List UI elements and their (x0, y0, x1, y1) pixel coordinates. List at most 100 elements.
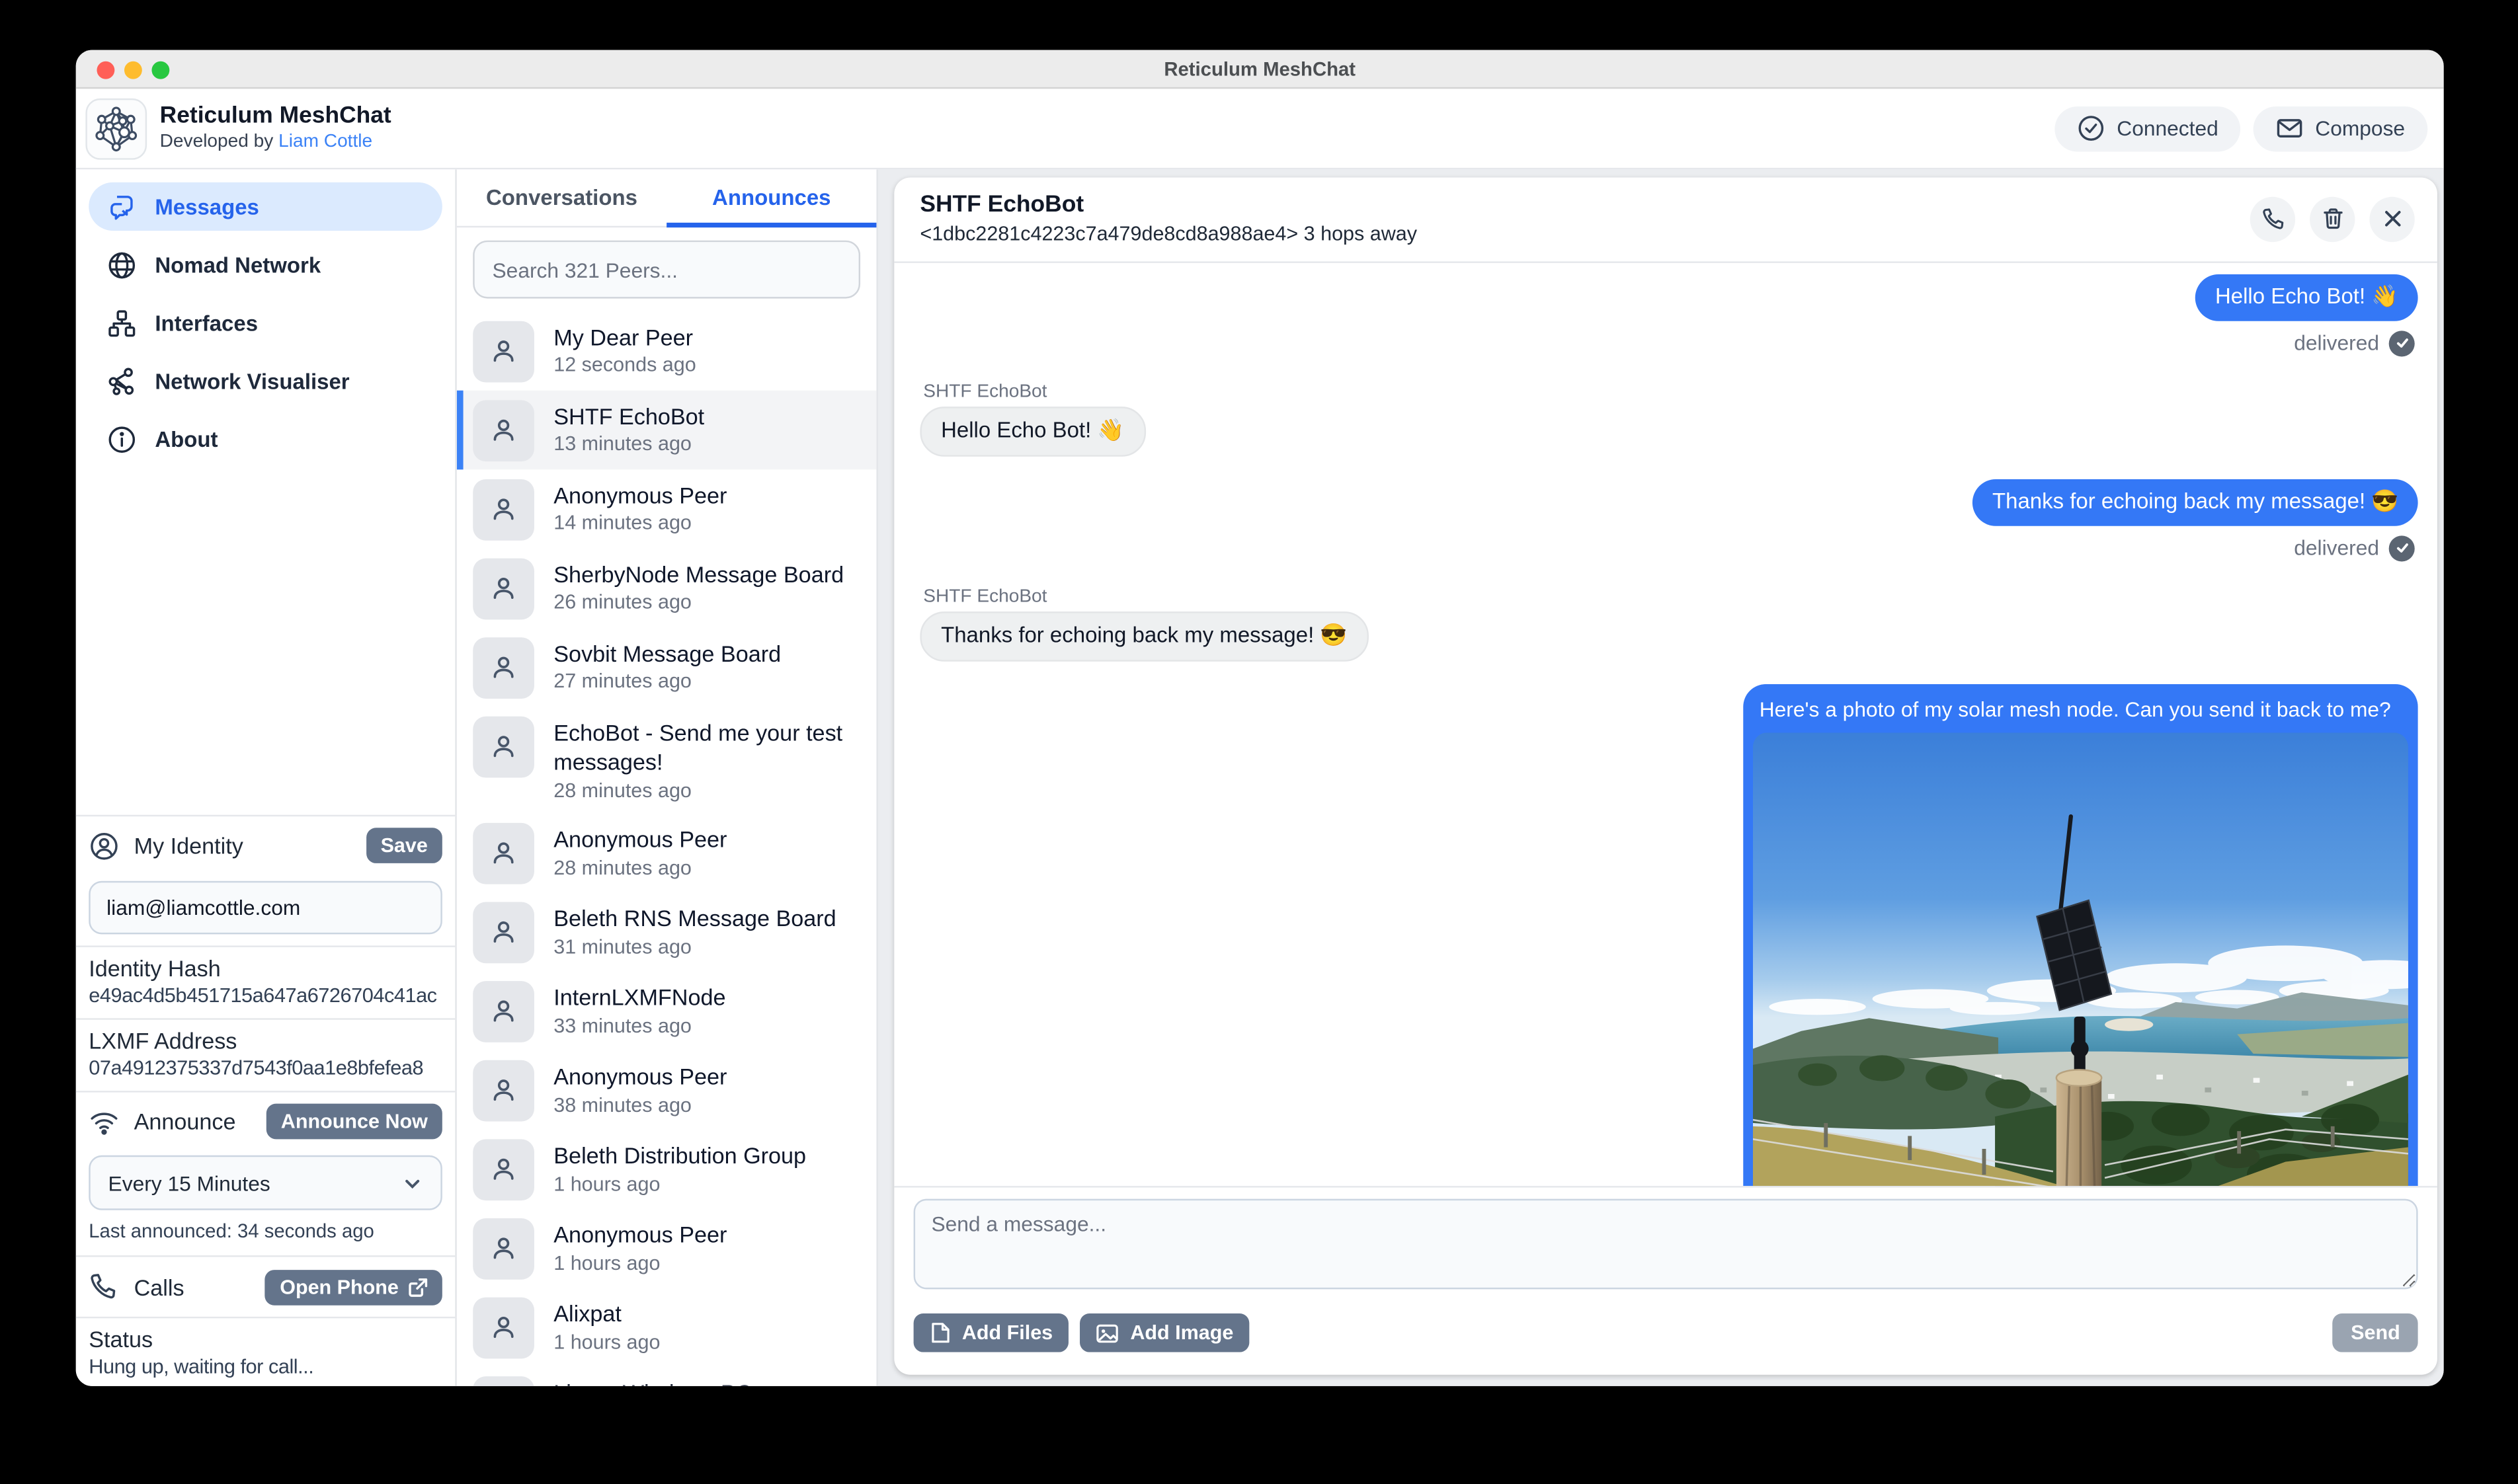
phone-icon (89, 1272, 119, 1302)
list-item[interactable]: SherbyNode Message Board 26 minutes ago (457, 549, 877, 628)
tab-conversations[interactable]: Conversations (457, 169, 667, 225)
trash-icon (2320, 207, 2345, 231)
send-button[interactable]: Send (2333, 1313, 2417, 1352)
sidebar-item-nomad-network[interactable]: Nomad Network (89, 241, 442, 289)
list-item[interactable]: Sovbit Message Board 27 minutes ago (457, 628, 877, 707)
delivered-check-icon (2389, 535, 2415, 561)
call-status-block: Status Hung up, waiting for call... (76, 1318, 456, 1386)
sidebar-item-label: About (155, 427, 218, 451)
globe-icon (106, 249, 137, 280)
list-item[interactable]: EchoBot - Send me your test messages! 28… (457, 707, 877, 814)
envelope-icon (2277, 114, 2304, 141)
list-item[interactable]: Anonymous Peer 28 minutes ago (457, 814, 877, 894)
add-image-label: Add Image (1130, 1321, 1233, 1344)
developer-link[interactable]: Liam Cottle (278, 133, 372, 152)
file-icon (930, 1321, 951, 1344)
delivery-status: delivered (920, 535, 2414, 561)
list-item[interactable]: My Dear Peer 12 seconds ago (457, 311, 877, 391)
peer-time: 1 hours ago (553, 1171, 806, 1198)
peer-name: Anonymous Peer (553, 1060, 727, 1093)
app-logo (85, 98, 147, 159)
peer-name: Sovbit Message Board (553, 637, 781, 669)
peers-panel: Conversations Announces My Dear Peer 12 … (457, 169, 878, 1386)
peer-time: 28 minutes ago (553, 778, 860, 805)
peer-name: Alixpat (553, 1298, 660, 1330)
message-bubble: Thanks for echoing back my message! 😎 (1973, 479, 2418, 526)
connected-status-button[interactable]: Connected (2056, 106, 2241, 151)
my-identity-label: My Identity (134, 833, 243, 859)
delete-conversation-button[interactable] (2310, 196, 2355, 241)
chat-header: SHTF EchoBot <1dbc2281c4223c7a479de8cd8a… (894, 178, 2437, 264)
identity-hash-value: e49ac4d5b451715a647a6726704c41ac (89, 984, 442, 1007)
avatar (473, 823, 534, 884)
composer: Add Files Add Image (894, 1186, 2437, 1375)
chat-peer-address: <1dbc2281c4223c7a479de8cd8a988ae4> 3 hop… (920, 221, 1417, 247)
sidebar-item-about[interactable]: About (89, 414, 442, 463)
list-item[interactable]: Beleth RNS Message Board 31 minutes ago (457, 893, 877, 972)
window-title: Reticulum MeshChat (76, 50, 2444, 89)
list-item[interactable]: Anonymous Peer 14 minutes ago (457, 469, 877, 549)
message-bubble: Hello Echo Bot! 👋 (2196, 274, 2418, 321)
compose-button[interactable]: Compose (2254, 106, 2428, 151)
lxmf-address-label: LXMF Address (89, 1028, 442, 1054)
peer-name: EchoBot - Send me your test messages! (553, 716, 860, 779)
peer-time: 1 hours ago (553, 1251, 727, 1278)
peer-search-input[interactable] (473, 241, 860, 299)
sidebar: Messages Nomad Network Interfaces Networ… (76, 169, 457, 1386)
announce-interval-select[interactable]: Every 15 Minutes (89, 1155, 442, 1210)
lxmf-address-block: LXMF Address 07a4912375337d7543f0aa1e8bf… (76, 1020, 456, 1093)
sidebar-item-messages[interactable]: Messages (89, 182, 442, 231)
close-icon (2382, 208, 2403, 229)
app-header: Reticulum MeshChat Developed by Liam Cot… (76, 89, 2444, 169)
wifi-icon (89, 1106, 119, 1136)
save-button[interactable]: Save (366, 828, 442, 863)
list-item[interactable]: Liam - Windows PC (457, 1368, 877, 1386)
list-item[interactable]: Alixpat 1 hours ago (457, 1289, 877, 1368)
message-input[interactable] (914, 1199, 2418, 1290)
announce-label: Announce (134, 1109, 236, 1134)
connected-label: Connected (2117, 116, 2218, 141)
announce-now-button[interactable]: Announce Now (266, 1104, 442, 1140)
add-image-button[interactable]: Add Image (1080, 1313, 1250, 1352)
calls-label: Calls (134, 1274, 184, 1300)
avatar (473, 479, 534, 540)
app-subtitle: Developed by Liam Cottle (160, 132, 391, 155)
identity-section: My Identity Save Identity Hash e49ac4d5b… (76, 815, 456, 1386)
status-label: Status (89, 1327, 442, 1352)
developed-by-text: Developed by (160, 133, 274, 152)
identity-hash-label: Identity Hash (89, 955, 442, 981)
list-item[interactable]: Anonymous Peer 38 minutes ago (457, 1052, 877, 1131)
phone-icon (2261, 207, 2285, 231)
peer-time: 28 minutes ago (553, 855, 727, 882)
open-phone-button[interactable]: Open Phone (265, 1269, 442, 1305)
sidebar-item-network-visualiser[interactable]: Network Visualiser (89, 356, 442, 405)
chevron-down-icon (402, 1172, 423, 1193)
message-outgoing: Thanks for echoing back my message! 😎 (920, 479, 2417, 526)
display-name-input[interactable] (89, 881, 442, 935)
list-item[interactable]: SHTF EchoBot 13 minutes ago (457, 391, 877, 470)
avatar (473, 1298, 534, 1359)
list-item[interactable]: Anonymous Peer 1 hours ago (457, 1210, 877, 1289)
titlebar: Reticulum MeshChat (76, 50, 2444, 89)
peer-name: Liam - Windows PC (553, 1377, 752, 1386)
peer-time: 33 minutes ago (553, 1013, 725, 1040)
attached-photo[interactable] (1753, 732, 2408, 1186)
tab-announces[interactable]: Announces (667, 169, 876, 225)
add-files-button[interactable]: Add Files (914, 1313, 1069, 1352)
delivery-status: delivered (920, 331, 2414, 356)
list-item[interactable]: Beleth Distribution Group 1 hours ago (457, 1130, 877, 1210)
open-phone-label: Open Phone (280, 1276, 399, 1298)
avatar (473, 716, 534, 777)
call-peer-button[interactable] (2250, 196, 2295, 241)
close-conversation-button[interactable] (2369, 196, 2414, 241)
external-link-icon (409, 1277, 428, 1296)
interfaces-icon (106, 307, 137, 338)
avatar (473, 1060, 534, 1122)
sidebar-item-interfaces[interactable]: Interfaces (89, 299, 442, 347)
lxmf-address-value: 07a4912375337d7543f0aa1e8bfefea8 (89, 1057, 442, 1079)
avatar (473, 637, 534, 698)
list-item[interactable]: InternLXMFNode 33 minutes ago (457, 972, 877, 1052)
screen: Reticulum MeshChat Retic (0, 0, 2518, 1483)
peer-name: Beleth RNS Message Board (553, 902, 836, 935)
message-list: Hello Echo Bot! 👋 delivered SHTF EchoBot… (894, 263, 2437, 1186)
